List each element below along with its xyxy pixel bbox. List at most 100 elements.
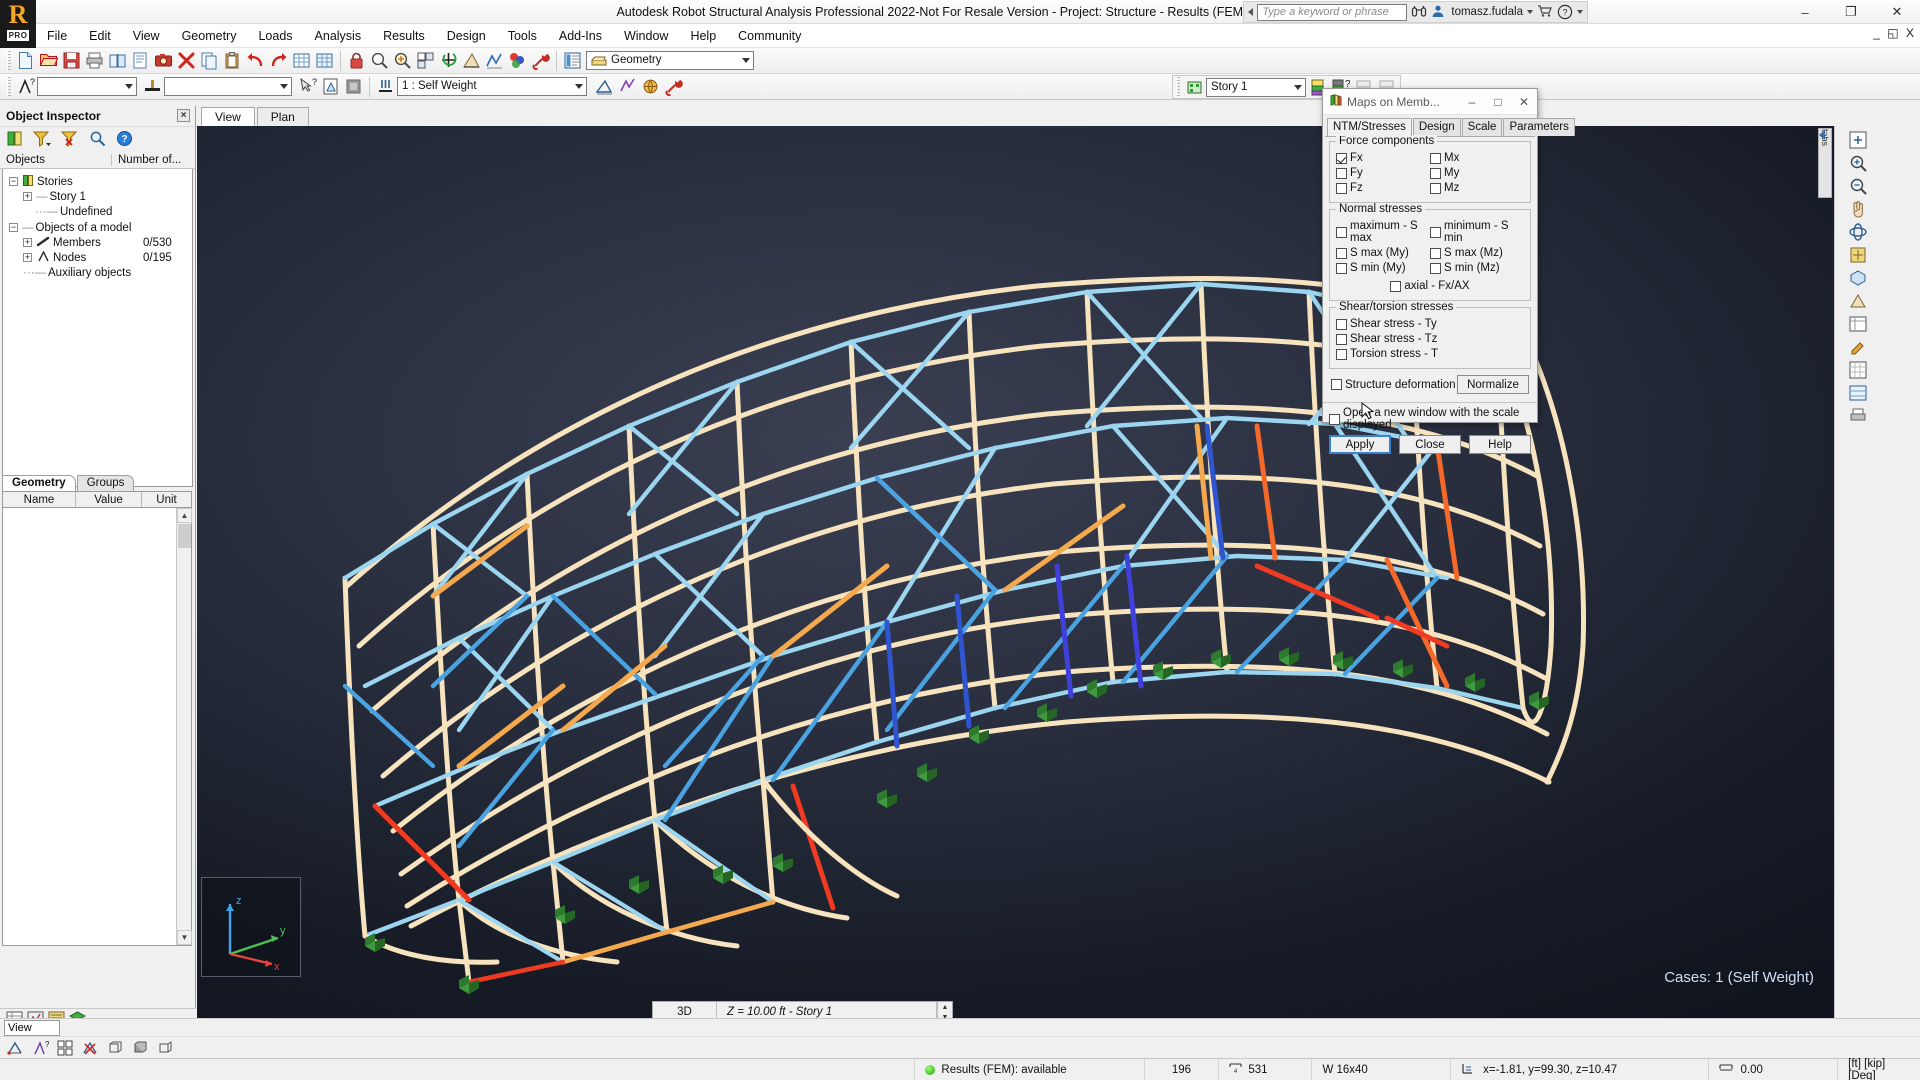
inspector-tree[interactable]: − Stories + — Story 1 ···— Undefined − — (2, 169, 193, 487)
tree-toggle[interactable]: + (23, 253, 32, 262)
close-button[interactable]: ✕ (1874, 0, 1920, 24)
delete-icon[interactable] (175, 50, 197, 72)
toolbar2-grip[interactable] (7, 76, 11, 97)
dialog-tab-parameters[interactable]: Parameters (1503, 118, 1575, 136)
checkbox-my-box[interactable] (1430, 167, 1441, 179)
print-icon[interactable] (83, 50, 105, 72)
dialog-tab-ntm-stresses[interactable]: NTM/Stresses (1327, 118, 1412, 136)
checkbox-axial[interactable]: axial - Fx/AX (1336, 280, 1524, 292)
design-check-icon[interactable] (616, 76, 638, 98)
checkbox-structure-deformation[interactable]: Structure deformation (1331, 379, 1456, 391)
menu-edit[interactable]: Edit (78, 24, 122, 48)
story-building-icon[interactable] (1183, 76, 1205, 98)
expand-arrow-icon[interactable] (1248, 8, 1254, 16)
checkbox-s-max-mz-box[interactable] (1430, 247, 1441, 259)
cart-icon[interactable] (1537, 4, 1553, 20)
section-view-icon[interactable] (1847, 290, 1869, 312)
checkbox-s-max-box[interactable] (1336, 226, 1347, 238)
checkbox-shear-ty[interactable]: Shear stress - Ty (1336, 318, 1524, 330)
dialog-maximize-button[interactable]: □ (1485, 89, 1511, 114)
property-table-body[interactable]: ▲ ▼ (2, 508, 192, 946)
menu-results[interactable]: Results (372, 24, 436, 48)
page-setup-icon[interactable] (129, 50, 151, 72)
tree-toggle[interactable]: − (9, 223, 18, 232)
user-menu-chevron-icon[interactable] (1527, 10, 1533, 14)
zoom-out-icon[interactable] (1847, 175, 1869, 197)
checkbox-axial-box[interactable] (1390, 280, 1402, 292)
checkbox-torsion-t[interactable]: Torsion stress - T (1336, 348, 1524, 360)
axis-indicator[interactable]: z y x (201, 877, 301, 977)
menu-community[interactable]: Community (727, 24, 812, 48)
load-case-icon[interactable] (374, 76, 396, 98)
node-select-icon[interactable]: ? (14, 76, 36, 98)
zoom-extents-icon[interactable] (1847, 129, 1869, 151)
view-box-3-icon[interactable] (154, 1037, 176, 1059)
menu-loads[interactable]: Loads (247, 24, 303, 48)
maps-on-members-icon[interactable] (506, 50, 528, 72)
menu-design[interactable]: Design (436, 24, 497, 48)
toolbar-grip[interactable] (7, 50, 11, 71)
zoom-in-icon[interactable] (1847, 152, 1869, 174)
checkbox-fy-box[interactable] (1336, 167, 1347, 179)
table-results-icon[interactable] (1847, 382, 1869, 404)
clear-filter-icon[interactable] (60, 130, 79, 150)
checkbox-shear-tz[interactable]: Shear stress - Tz (1336, 333, 1524, 345)
zoom-all-icon[interactable] (391, 50, 413, 72)
globe-icon[interactable] (639, 76, 661, 98)
checkbox-fz[interactable]: Fz (1336, 182, 1430, 194)
screen-capture-icon[interactable] (152, 50, 174, 72)
dialog-close-button[interactable]: ✕ (1511, 89, 1537, 114)
apply-button[interactable]: Apply (1329, 435, 1391, 454)
dialog-tab-design[interactable]: Design (1412, 118, 1461, 136)
print-preview-icon[interactable] (106, 50, 128, 72)
tree-row-auxiliary-objects[interactable]: ···— Auxiliary objects (23, 266, 192, 279)
checkbox-shear-ty-box[interactable] (1336, 318, 1347, 330)
section-shape-icon[interactable] (319, 76, 341, 98)
viewport-tab-plan[interactable]: Plan (256, 107, 309, 126)
stories-icon[interactable] (6, 130, 23, 150)
checkbox-s-min[interactable]: minimum - S min (1430, 220, 1524, 244)
open-file-icon[interactable] (37, 50, 59, 72)
checkbox-fz-box[interactable] (1336, 182, 1347, 194)
wrench-icon[interactable] (662, 76, 684, 98)
mdi-restore-button[interactable]: ◱ (1887, 26, 1900, 40)
dialog-minimize-button[interactable]: – (1459, 89, 1485, 114)
snap-off-icon[interactable] (79, 1037, 101, 1059)
bar-select-icon[interactable] (141, 76, 163, 98)
tree-toggle[interactable]: + (23, 238, 32, 247)
material-icon[interactable] (342, 76, 364, 98)
object-inspector-close-button[interactable]: × (177, 109, 190, 122)
tree-row-members[interactable]: + Members 0/530 (23, 236, 192, 249)
maps-on-members-dialog[interactable]: Maps on Memb... – □ ✕ NTM/Stresses Desig… (1322, 88, 1575, 454)
menu-help[interactable]: Help (679, 24, 727, 48)
refresh-icon[interactable] (437, 50, 459, 72)
checkbox-open-new-window[interactable]: Open a new window with the scale display… (1329, 407, 1531, 431)
filter-icon[interactable] (32, 130, 51, 150)
rotate-3d-icon[interactable] (1847, 221, 1869, 243)
snap-settings-icon[interactable] (4, 1037, 26, 1059)
menu-view[interactable]: View (122, 24, 171, 48)
zoom-window-icon[interactable] (368, 50, 390, 72)
print-view-icon[interactable] (1847, 405, 1869, 427)
layout-manager-icon[interactable] (561, 50, 583, 72)
story-toolbar-grip[interactable] (1176, 77, 1180, 97)
menu-file[interactable]: File (36, 24, 78, 48)
view-box-1-icon[interactable] (104, 1037, 126, 1059)
viewport-collapse-arrow-icon[interactable] (1816, 128, 1830, 145)
initial-view-icon[interactable] (1847, 244, 1869, 266)
tables-icon[interactable] (290, 50, 312, 72)
checkbox-s-min-mz[interactable]: S min (Mz) (1430, 262, 1524, 274)
restore-button[interactable]: ❐ (1828, 0, 1874, 24)
checkbox-mz-box[interactable] (1430, 182, 1441, 194)
tree-row-stories[interactable]: − Stories (9, 174, 192, 188)
job-preferences-icon[interactable] (529, 50, 551, 72)
layout-select[interactable]: Geometry (586, 51, 754, 70)
tab-geometry[interactable]: Geometry (2, 475, 76, 491)
view-box-2-icon[interactable] (129, 1037, 151, 1059)
viewport-tab-view[interactable]: View (201, 107, 255, 126)
help-menu-chevron-icon[interactable] (1577, 10, 1583, 14)
help-icon[interactable]: ? (116, 130, 133, 150)
checkbox-s-min-my[interactable]: S min (My) (1336, 262, 1430, 274)
checkbox-s-max[interactable]: maximum - S max (1336, 220, 1430, 244)
menu-window[interactable]: Window (613, 24, 679, 48)
